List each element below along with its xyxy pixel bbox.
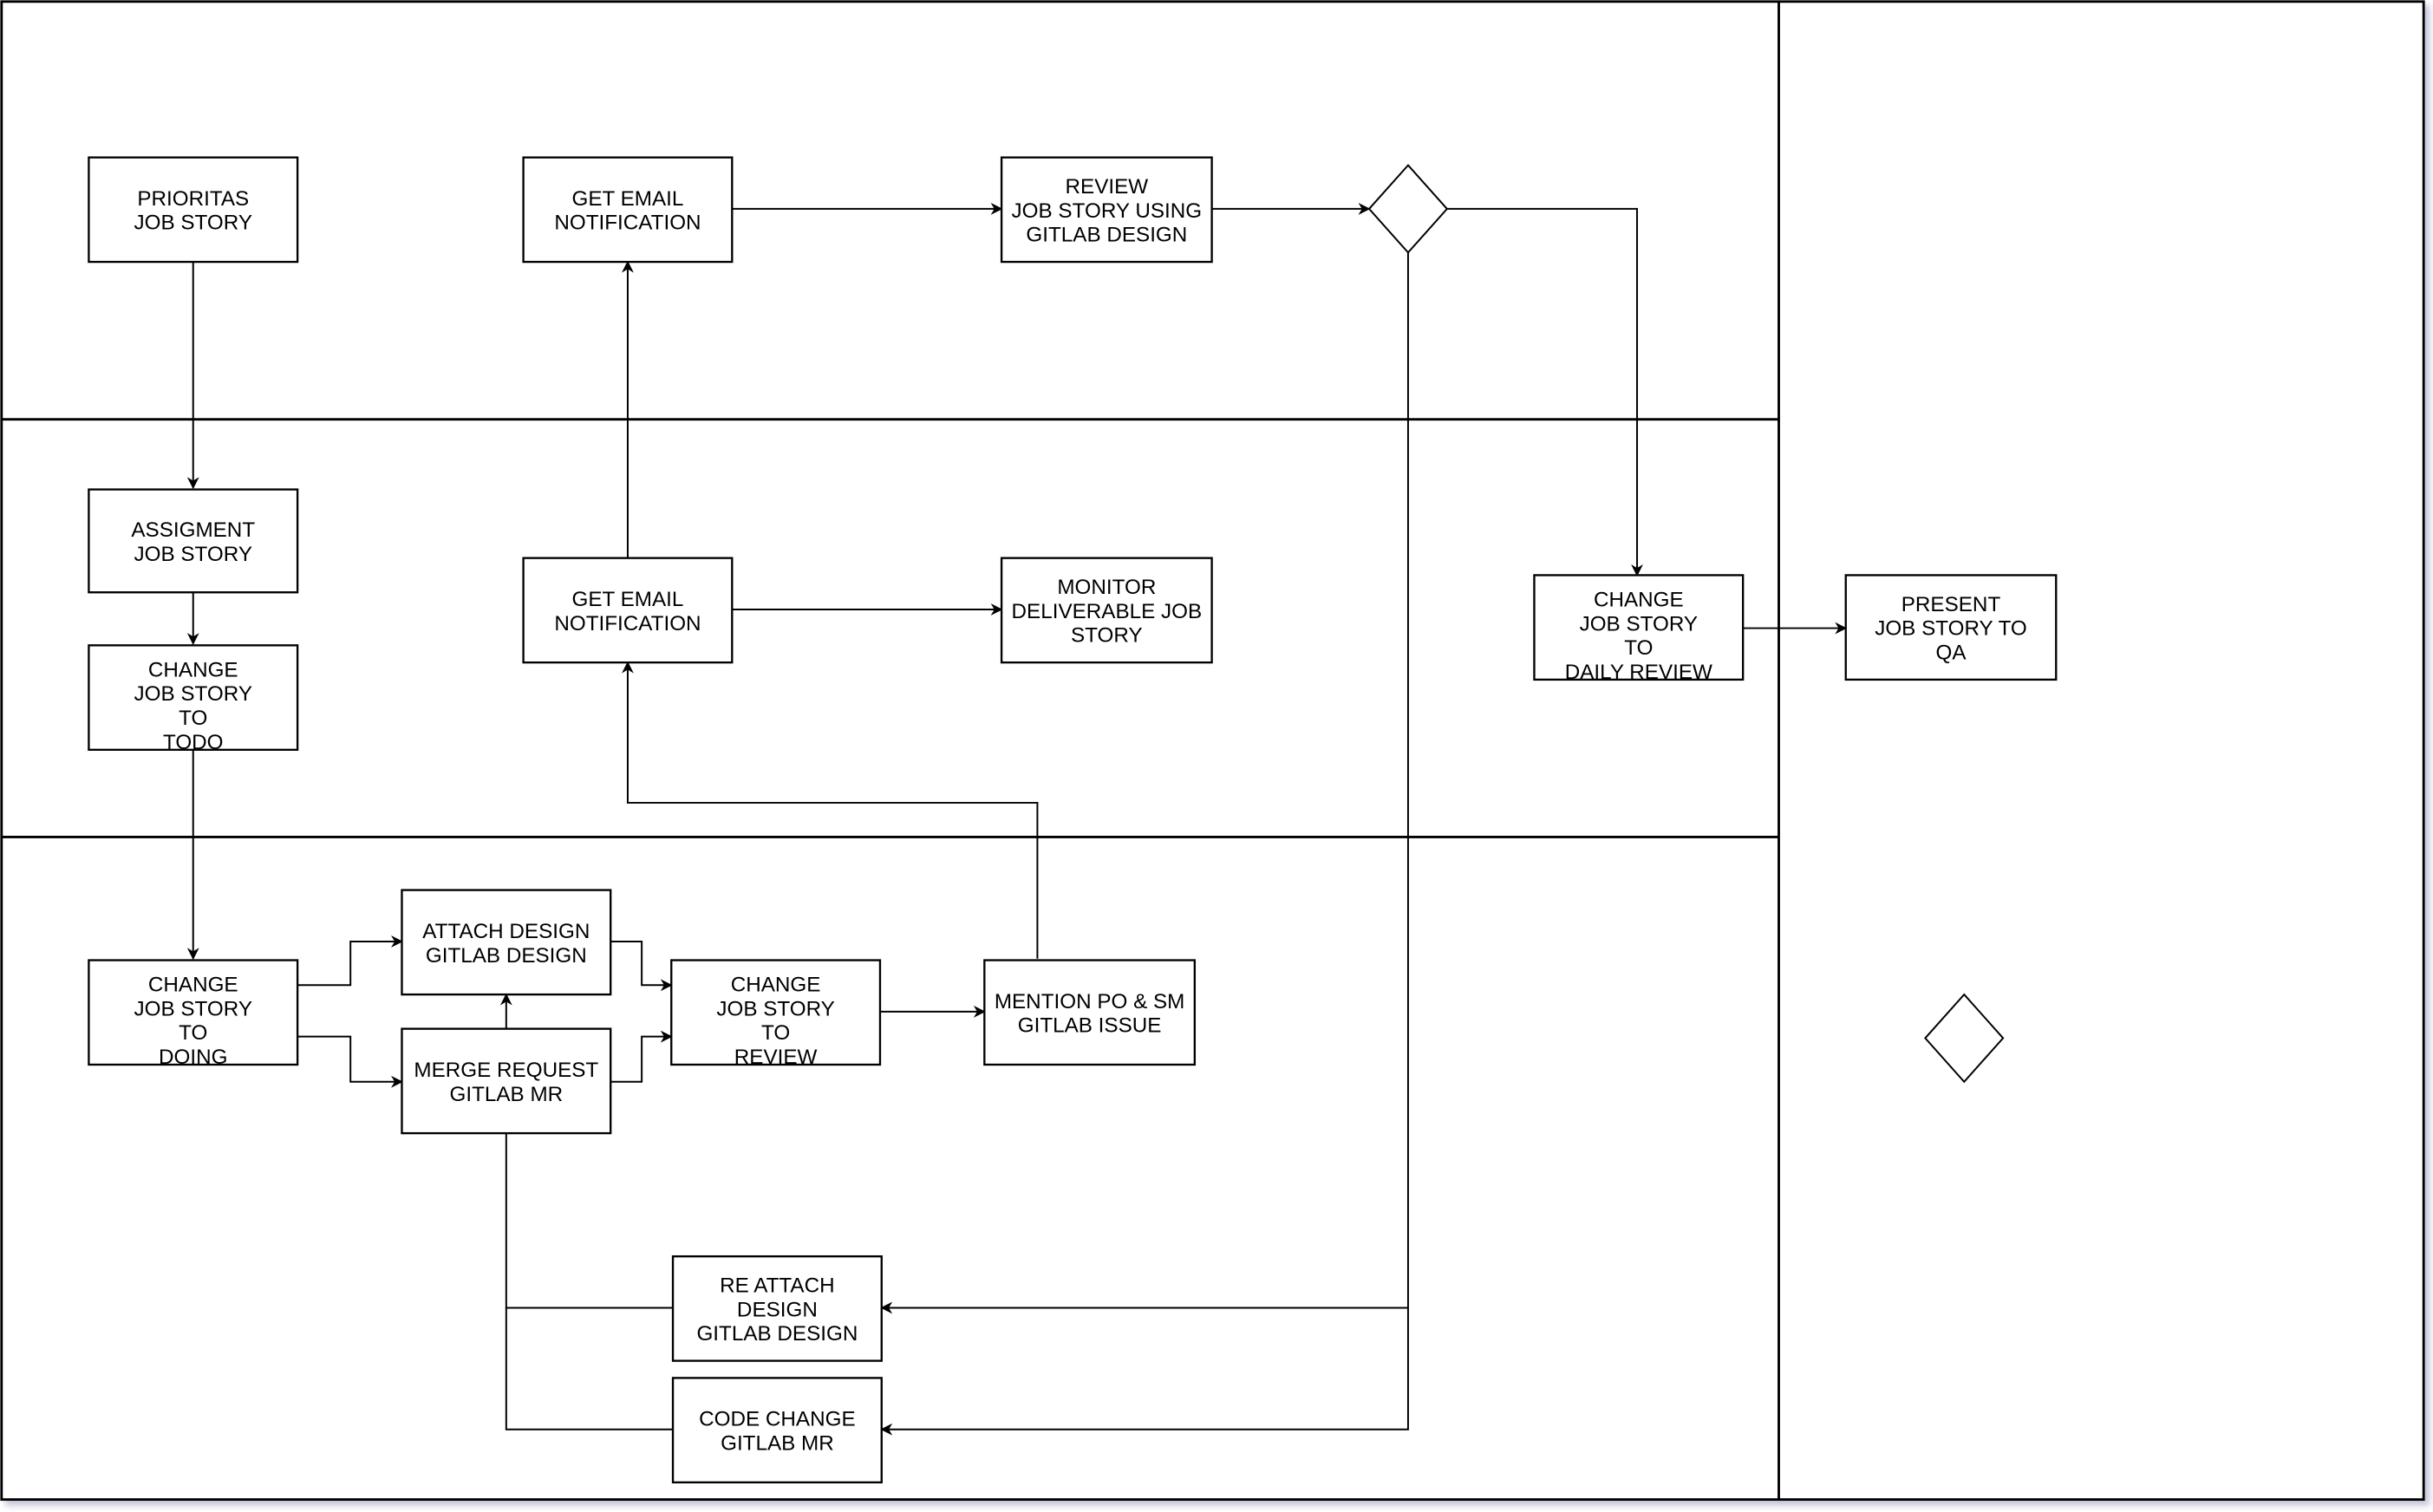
node-assign[interactable]: ASSIGMENTJOB STORY	[88, 488, 299, 594]
node-label-line: JOB STORY	[134, 682, 253, 706]
node-label-line: TO	[179, 707, 207, 730]
node-monitor[interactable]: MONITORDELIVERABLE JOBSTORY	[1000, 557, 1213, 664]
node-reattach[interactable]: RE ATTACHDESIGNGITLAB DESIGN	[671, 1255, 883, 1362]
node-label-line: ATTACH DESIGN	[422, 920, 590, 943]
node-label-line: ASSIGMENT	[131, 518, 255, 542]
node-doing[interactable]: CHANGEJOB STORYTODOING	[88, 959, 299, 1070]
node-label-line: CODE CHANGE	[699, 1408, 855, 1431]
node-email1[interactable]: GET EMAILNOTIFICATION	[522, 156, 734, 264]
node-label-line: QA	[1935, 642, 1967, 665]
node-label-line: DOING	[159, 1046, 227, 1069]
node-label-line: GITLAB DESIGN	[696, 1322, 858, 1346]
node-merge[interactable]: MERGE REQUESTGITLAB MR	[401, 1027, 612, 1135]
node-label-line: TO	[761, 1021, 790, 1045]
node-label-line: CHANGE	[148, 658, 238, 681]
node-label-line: STORY	[1071, 624, 1143, 648]
node-label-line: JOB STORY USING	[1012, 199, 1203, 223]
node-label-line: JOB STORY	[134, 997, 253, 1020]
node-label-line: DAILY REVIEW	[1565, 661, 1712, 684]
node-label-line: NOTIFICATION	[554, 612, 701, 635]
node-attach[interactable]: ATTACH DESIGNGITLAB DESIGN	[401, 889, 612, 996]
node-label-line: TO	[179, 1021, 207, 1045]
node-label-line: RE ATTACH	[720, 1274, 834, 1297]
node-label-line: MONITOR	[1057, 576, 1156, 599]
node-label-line: TO	[1624, 636, 1653, 660]
node-label-line: GET EMAIL	[572, 588, 684, 611]
node-label-line: JOB STORY TO	[1875, 617, 2027, 641]
node-label-line: CHANGE	[731, 973, 821, 996]
node-label-line: MENTION PO & SM	[995, 990, 1185, 1013]
node-prioritas[interactable]: PRIORITASJOB STORY	[88, 156, 299, 264]
node-codechange[interactable]: CODE CHANGEGITLAB MR	[671, 1377, 883, 1484]
node-email2[interactable]: GET EMAILNOTIFICATION	[522, 557, 734, 664]
node-label-line: JOB STORY	[716, 997, 835, 1020]
node-label-line: REVIEW	[734, 1046, 818, 1069]
node-daily[interactable]: CHANGEJOB STORYTODAILY REVIEW	[1533, 574, 1745, 684]
node-label-line: GET EMAIL	[572, 187, 684, 211]
node-label-line: CHANGE	[148, 973, 238, 996]
node-label-line: JOB STORY	[134, 543, 253, 566]
node-label-line: PRESENT	[1901, 593, 2001, 616]
node-label-line: JOB STORY	[134, 212, 253, 235]
node-mention[interactable]: MENTION PO & SMGITLAB ISSUE	[983, 959, 1197, 1066]
node-label-line: REVIEW	[1066, 175, 1149, 199]
node-toreview[interactable]: CHANGEJOB STORYTOREVIEW	[670, 959, 882, 1070]
node-label-line: TODO	[163, 731, 224, 754]
node-label-line: GITLAB DESIGN	[426, 944, 587, 968]
node-label-line: GITLAB MR	[721, 1432, 834, 1456]
node-label-line: GITLAB MR	[450, 1083, 564, 1106]
node-label-line: GITLAB ISSUE	[1018, 1014, 1162, 1038]
node-qa[interactable]: PRESENTJOB STORY TOQA	[1844, 574, 2058, 681]
node-label-line: CHANGE	[1594, 588, 1684, 611]
node-label-line: DELIVERABLE JOB	[1012, 600, 1203, 623]
node-label-line: JOB STORY	[1580, 612, 1699, 635]
node-label-line: DESIGN	[737, 1298, 818, 1321]
node-todo[interactable]: CHANGEJOB STORYTOTODO	[88, 644, 299, 754]
node-review[interactable]: REVIEWJOB STORY USINGGITLAB DESIGN	[1000, 156, 1213, 264]
node-label-line: MERGE REQUEST	[414, 1059, 598, 1082]
node-label-line: PRIORITAS	[137, 187, 249, 211]
node-label-line: NOTIFICATION	[554, 212, 701, 235]
swimlane-diagram: PRIORITASJOB STORYGET EMAILNOTIFICATIONR…	[0, 0, 2425, 1502]
node-label-line: GITLAB DESIGN	[1026, 224, 1187, 247]
